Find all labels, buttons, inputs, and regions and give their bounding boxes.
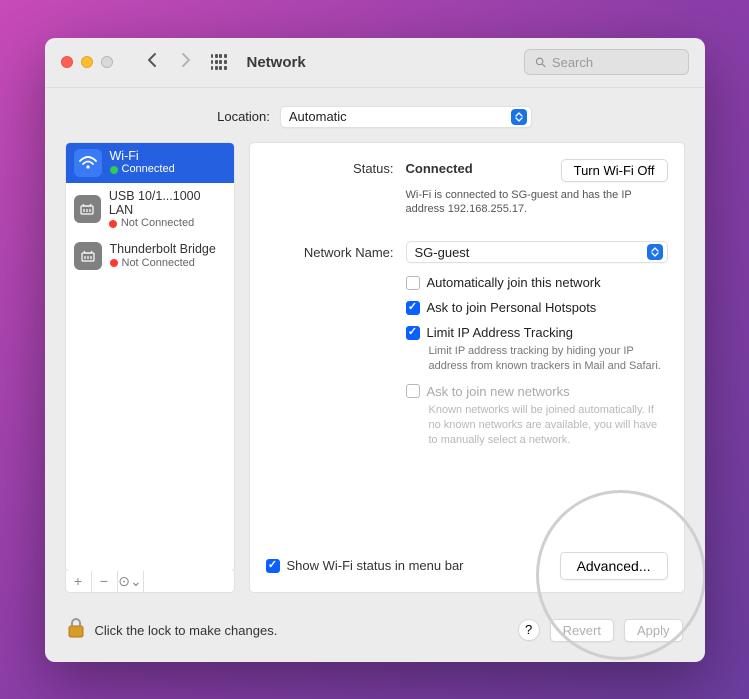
ask-hotspot-checkbox-row: Ask to join Personal Hotspots [406, 300, 668, 315]
limit-ip-checkbox[interactable] [406, 326, 420, 340]
auto-join-checkbox[interactable] [406, 276, 420, 290]
advanced-button[interactable]: Advanced... [560, 552, 668, 580]
auto-join-checkbox-row: Automatically join this network [406, 275, 668, 290]
status-dot-icon [110, 259, 118, 267]
interface-status: Not Connected [109, 217, 226, 230]
turn-wifi-off-button[interactable]: Turn Wi-Fi Off [561, 159, 668, 182]
limit-ip-checkbox-row: Limit IP Address Tracking [406, 325, 668, 340]
add-interface-button[interactable]: + [66, 571, 92, 592]
interface-usb-lan[interactable]: USB 10/1...1000 LAN Not Connected [66, 183, 234, 236]
close-window-button[interactable] [61, 56, 73, 68]
ask-new-label: Ask to join new networks [427, 384, 570, 399]
ask-hotspot-label: Ask to join Personal Hotspots [427, 300, 597, 315]
ethernet-icon [74, 195, 101, 223]
sidebar-footer-spacer [144, 571, 234, 592]
wifi-icon [74, 149, 102, 177]
remove-interface-button[interactable]: − [92, 571, 118, 592]
lock-icon[interactable] [67, 617, 85, 644]
location-popup[interactable]: Automatic [280, 106, 532, 128]
details-panel: Status: Connected Turn Wi-Fi Off Wi-Fi i… [249, 142, 685, 593]
sidebar-footer: + − ⊙⌄ [65, 571, 235, 593]
ask-new-checkbox [406, 384, 420, 398]
network-name-label: Network Name: [266, 245, 394, 260]
revert-button: Revert [550, 619, 614, 642]
lock-hint: Click the lock to make changes. [95, 623, 278, 638]
interface-list: Wi-Fi Connected USB 10/1...1000 LAN Not … [65, 142, 235, 572]
minimize-window-button[interactable] [81, 56, 93, 68]
show-all-prefs-icon[interactable] [211, 54, 227, 70]
status-dot-icon [109, 220, 117, 228]
apply-button: Apply [624, 619, 683, 642]
ask-hotspot-checkbox[interactable] [406, 301, 420, 315]
interface-action-menu[interactable]: ⊙⌄ [118, 571, 144, 592]
search-icon [535, 56, 546, 69]
network-name-popup[interactable]: SG-guest [406, 241, 668, 263]
status-label: Status: [266, 159, 394, 176]
ask-new-description: Known networks will be joined automatica… [429, 403, 668, 448]
thunderbolt-icon [74, 242, 102, 270]
network-prefpane-window: Network Location: Automatic [45, 38, 705, 662]
status-dot-icon [110, 166, 118, 174]
window-footer: Click the lock to make changes. ? Revert… [45, 605, 705, 662]
location-label: Location: [217, 109, 270, 124]
back-button[interactable] [147, 52, 158, 73]
interface-name: Wi-Fi [110, 149, 175, 163]
interface-status: Connected [110, 163, 175, 176]
limit-ip-description: Limit IP address tracking by hiding your… [429, 344, 668, 374]
location-value: Automatic [289, 109, 503, 124]
updown-chevron-icon [647, 244, 663, 260]
interface-name: Thunderbolt Bridge [110, 242, 216, 256]
status-value: Connected [406, 159, 549, 176]
show-menubar-checkbox[interactable] [266, 559, 280, 573]
status-description: Wi-Fi is connected to SG-guest and has t… [406, 188, 666, 218]
ask-new-checkbox-row: Ask to join new networks [406, 384, 668, 399]
traffic-lights [61, 56, 113, 68]
search-field[interactable] [524, 49, 689, 75]
interfaces-sidebar: Wi-Fi Connected USB 10/1...1000 LAN Not … [65, 142, 235, 593]
network-name-value: SG-guest [415, 245, 639, 260]
help-button[interactable]: ? [518, 619, 540, 641]
forward-button [180, 52, 191, 73]
limit-ip-label: Limit IP Address Tracking [427, 325, 573, 340]
interface-status: Not Connected [110, 257, 216, 270]
titlebar: Network [45, 38, 705, 88]
window-title: Network [247, 54, 306, 71]
search-input[interactable] [552, 55, 678, 70]
auto-join-label: Automatically join this network [427, 275, 601, 290]
interface-thunderbolt[interactable]: Thunderbolt Bridge Not Connected [66, 236, 234, 276]
nav-buttons [147, 52, 191, 73]
zoom-window-button [101, 56, 113, 68]
location-row: Location: Automatic [45, 88, 705, 142]
interface-name: USB 10/1...1000 LAN [109, 189, 226, 218]
updown-chevron-icon [511, 109, 527, 125]
show-menubar-label: Show Wi-Fi status in menu bar [287, 558, 464, 573]
interface-wifi[interactable]: Wi-Fi Connected [66, 143, 234, 183]
